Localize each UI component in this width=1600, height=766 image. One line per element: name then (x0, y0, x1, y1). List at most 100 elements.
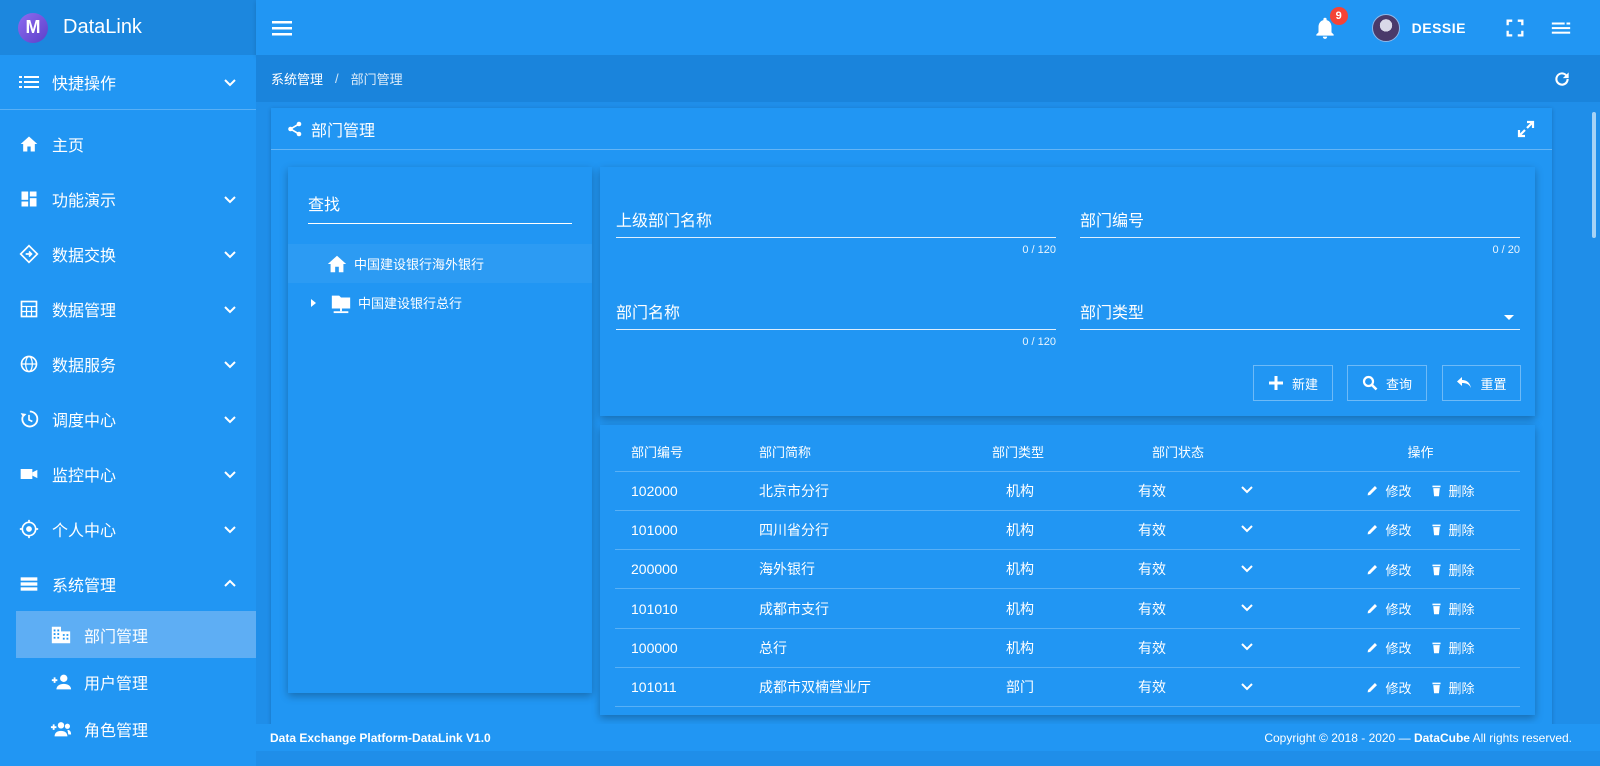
app-name: DataLink (63, 16, 142, 38)
dept-type-select[interactable]: 部门类型 (1080, 303, 1520, 330)
delete-button[interactable]: 删除 (1430, 638, 1475, 657)
cell-id: 101011 (615, 667, 759, 708)
sidebar-item[interactable]: 调度中心 (0, 391, 256, 446)
edit-button[interactable]: 修改 (1366, 481, 1412, 500)
avatar[interactable] (1371, 13, 1400, 42)
col-header-expand (1239, 433, 1321, 472)
home-icon (18, 133, 40, 155)
table-row[interactable]: 102000 北京市分行 机构 有效 修改 删除 (615, 471, 1520, 511)
sidebar-item[interactable]: 功能演示 (0, 171, 256, 226)
pencil-icon (1366, 563, 1385, 576)
expand-icon[interactable] (1516, 119, 1536, 139)
delete-button[interactable]: 删除 (1430, 560, 1475, 579)
edit-button[interactable]: 修改 (1366, 599, 1412, 618)
row-actions: 修改 删除 (1321, 510, 1520, 551)
tree-node[interactable]: 中国建设银行海外银行 (288, 244, 592, 283)
edit-button[interactable]: 修改 (1366, 560, 1412, 579)
col-header-id[interactable]: 部门编号 (615, 433, 759, 472)
grid-icon (18, 298, 40, 320)
tree-search-field[interactable]: 查找 (308, 191, 572, 224)
sidebar-item[interactable]: 监控中心 (0, 446, 256, 501)
dept-code-label: 部门编号 (1080, 211, 1520, 238)
dept-code-field[interactable]: 部门编号 0 / 20 (1080, 211, 1520, 256)
edit-button[interactable]: 修改 (1366, 638, 1412, 657)
caret-right-icon[interactable] (306, 296, 320, 310)
chevron-down-icon[interactable] (1239, 638, 1255, 654)
sidebar-item[interactable]: 数据服务 (0, 336, 256, 391)
scrollbar[interactable] (1592, 112, 1596, 238)
chevron-down-icon[interactable] (1239, 599, 1255, 615)
cell-type: 机构 (964, 471, 1114, 511)
sidebar-subitem[interactable]: 部门管理 (16, 611, 256, 658)
edit-button[interactable]: 修改 (1366, 520, 1412, 539)
menu-icon[interactable] (270, 16, 294, 40)
edit-label: 修改 (1385, 641, 1412, 657)
quick-actions[interactable]: 快捷操作 (0, 55, 256, 110)
copyright-brand[interactable]: DataCube (1414, 731, 1470, 745)
cell-name: 北京市分行 (759, 471, 964, 511)
table-row[interactable]: 101011 成都市双楠营业厅 部门 有效 修改 删除 (615, 667, 1520, 708)
edit-label: 修改 (1385, 523, 1412, 539)
pencil-icon (1366, 484, 1385, 497)
refresh-icon[interactable] (1552, 69, 1572, 89)
table-row[interactable]: 200000 海外银行 机构 有效 修改 删除 (615, 549, 1520, 590)
sidebar-item[interactable]: 个人中心 (0, 501, 256, 556)
edit-label: 修改 (1385, 602, 1412, 618)
sidebar-item-label: 数据服务 (52, 357, 117, 375)
app-logo: M (18, 12, 48, 43)
row-expand-cell (1239, 549, 1321, 590)
table-row[interactable]: 101010 成都市支行 机构 有效 修改 删除 (615, 588, 1520, 629)
sidebar: M DataLink 快捷操作 主页 功能演示 数据交换数据管理数据服务调度中心 监控… (0, 0, 256, 766)
sidebar-item-label: 个人中心 (52, 522, 117, 540)
nav-list: 主页 功能演示 数据交换数据管理数据服务调度中心 监控中心个人中心系统管理 (0, 116, 256, 611)
chevron-down-icon (222, 246, 238, 262)
notification-bell[interactable]: 9 (1312, 6, 1348, 41)
sidebar-item[interactable]: 系统管理 (0, 556, 256, 611)
cell-type: 机构 (964, 549, 1114, 590)
reset-button[interactable]: 重置 (1442, 365, 1521, 401)
menu-open-icon[interactable] (1550, 17, 1572, 39)
brand[interactable]: M DataLink (0, 0, 256, 55)
plus-icon (1268, 376, 1283, 390)
sidebar-item[interactable]: 数据交换 (0, 226, 256, 281)
delete-button[interactable]: 删除 (1430, 520, 1475, 539)
delete-button[interactable]: 删除 (1430, 481, 1475, 500)
col-header-name[interactable]: 部门简称 (759, 433, 964, 472)
chevron-down-icon[interactable] (1239, 481, 1255, 497)
delete-label: 删除 (1448, 523, 1475, 539)
query-button[interactable]: 查询 (1347, 365, 1427, 401)
edit-button[interactable]: 修改 (1366, 678, 1412, 697)
tree-node[interactable]: 中国建设银行总行 (288, 283, 592, 322)
trash-icon (1430, 523, 1449, 536)
new-button[interactable]: 新建 (1253, 365, 1333, 401)
fullscreen-icon[interactable] (1504, 17, 1526, 39)
cell-name: 海外银行 (759, 549, 964, 590)
chevron-down-icon[interactable] (1239, 560, 1255, 576)
dept-table: 部门编号 部门简称 部门类型 部门状态 操作 102000 北京市分行 机构 有效 修改… (615, 433, 1520, 708)
delete-label: 删除 (1448, 484, 1475, 500)
sidebar-item[interactable]: 数据管理 (0, 281, 256, 336)
username[interactable]: DESSIE (1412, 20, 1466, 36)
sidebar-subitem[interactable]: 用户管理 (16, 658, 256, 705)
parent-name-field[interactable]: 上级部门名称 0 / 120 (616, 211, 1056, 256)
chevron-down-icon[interactable] (1239, 520, 1255, 536)
breadcrumb: 系统管理 / 部门管理 (256, 55, 1600, 102)
chevron-down-icon[interactable] (1239, 678, 1255, 694)
delete-button[interactable]: 删除 (1430, 678, 1475, 697)
sidebar-subitem[interactable]: 角色管理 (16, 705, 256, 752)
table-row[interactable]: 100000 总行 机构 有效 修改 删除 (615, 628, 1520, 668)
footer-version: Data Exchange Platform-DataLink V1.0 (270, 730, 491, 745)
dept-name-field[interactable]: 部门名称 0 / 120 (616, 303, 1056, 348)
sidebar-item[interactable]: 主页 (0, 116, 256, 171)
col-header-status[interactable]: 部门状态 (1114, 433, 1239, 472)
breadcrumb-parent[interactable]: 系统管理 (271, 69, 323, 88)
delete-button[interactable]: 删除 (1430, 599, 1475, 618)
sidebar-item-label: 数据管理 (52, 302, 117, 320)
cell-name: 四川省分行 (759, 510, 964, 551)
row-expand-cell (1239, 667, 1321, 708)
col-header-type[interactable]: 部门类型 (964, 433, 1114, 472)
pencil-icon (1366, 681, 1385, 694)
table-row[interactable]: 101000 四川省分行 机构 有效 修改 删除 (615, 510, 1520, 551)
quick-actions-label: 快捷操作 (52, 76, 117, 93)
edit-label: 修改 (1385, 484, 1412, 500)
